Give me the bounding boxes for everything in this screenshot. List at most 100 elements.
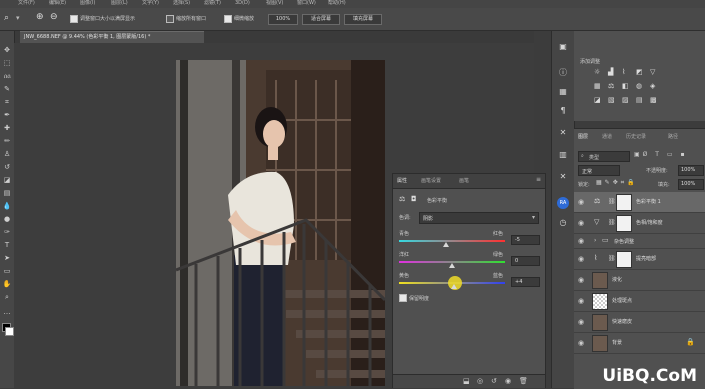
hand-tool-icon[interactable]: ✋ xyxy=(2,279,12,289)
levels-adjust-icon[interactable]: ▟ xyxy=(608,68,613,76)
eye-icon[interactable]: ◉ xyxy=(578,219,584,227)
brush-tool-icon[interactable]: ✏ xyxy=(2,136,12,146)
visibility-icon[interactable]: ◉ xyxy=(505,377,511,385)
menu-item[interactable]: 图层(L) xyxy=(111,0,128,7)
layer-row[interactable]: ◉ 液化 xyxy=(574,270,705,291)
path-select-tool-icon[interactable]: ➤ xyxy=(2,253,12,263)
layer-row[interactable]: ◉ ⚖ ⛓ 色彩平衡 1 xyxy=(574,192,705,213)
curves-adjust-icon[interactable]: ⌇ xyxy=(622,68,625,76)
eraser-tool-icon[interactable]: ◪ xyxy=(2,175,12,185)
cyan-red-value[interactable]: -5 xyxy=(511,235,540,245)
resize-windows-checkbox[interactable] xyxy=(70,15,78,23)
zoom-tool-icon-2[interactable]: ⌕ xyxy=(2,292,12,302)
adjust-icon[interactable]: ✕ xyxy=(557,171,569,183)
tools-icon[interactable]: ✕ xyxy=(557,127,569,139)
eye-icon[interactable]: ◉ xyxy=(578,198,584,206)
layer-row[interactable]: ◉ 快速磨皮 xyxy=(574,312,705,333)
layer-thumbnail[interactable] xyxy=(592,335,608,352)
menu-item[interactable]: 3D(D) xyxy=(235,0,250,7)
pen-tool-icon[interactable]: ✑ xyxy=(2,227,12,237)
tab-properties[interactable]: 属性 xyxy=(397,177,407,184)
layer-name[interactable]: 提亮暗部 xyxy=(636,255,656,262)
layer-name[interactable]: 快速磨皮 xyxy=(612,318,632,325)
layer-name[interactable]: 处理斑点 xyxy=(612,297,632,304)
zoom-all-checkbox[interactable] xyxy=(166,15,174,23)
fit-screen-button[interactable]: 适合屏幕 xyxy=(302,14,340,25)
posterize-adjust-icon[interactable]: ▧ xyxy=(608,96,615,104)
shape-tool-icon[interactable]: ▭ xyxy=(2,266,12,276)
menu-item[interactable]: 窗口(W) xyxy=(297,0,316,7)
filter-icons[interactable]: ▣Ø T ▭ ▪ xyxy=(634,151,688,158)
hue-adjust-icon[interactable]: ▦ xyxy=(594,82,601,90)
paragraph-icon[interactable]: ¶ xyxy=(557,105,569,117)
clock-icon[interactable]: ◷ xyxy=(557,217,569,229)
tone-select[interactable]: 阴影 ▾ xyxy=(419,212,539,224)
ra-icon[interactable]: RA xyxy=(557,197,569,209)
layer-row[interactable]: ◉ 处理斑点 xyxy=(574,291,705,312)
document-image[interactable] xyxy=(176,60,385,386)
layer-mask-thumbnail[interactable] xyxy=(616,194,632,211)
background-color-swatch[interactable] xyxy=(5,327,14,336)
tab-brush-settings[interactable]: 画笔设置 xyxy=(421,177,441,184)
delete-icon[interactable]: 🗑 xyxy=(519,377,528,385)
history-icon[interactable]: ▣ xyxy=(557,41,569,53)
blur-tool-icon[interactable]: 💧 xyxy=(2,201,12,211)
zoom-out-icon[interactable]: ⊖ xyxy=(50,12,58,22)
layer-thumbnail[interactable] xyxy=(592,314,608,331)
fill-input[interactable]: 100% xyxy=(678,179,704,190)
reset-icon[interactable]: ↺ xyxy=(491,377,497,385)
layer-mask-thumbnail[interactable] xyxy=(616,251,632,268)
layer-group-name[interactable]: 杂色调整 xyxy=(614,238,634,245)
yellow-blue-slider-knob[interactable] xyxy=(451,284,457,289)
lock-icons[interactable]: ▦✎✥⌗🔒 xyxy=(596,179,638,187)
menu-item[interactable]: 滤镜(T) xyxy=(204,0,221,7)
eye-icon[interactable]: ◉ xyxy=(578,237,584,245)
swatches-icon[interactable]: ▥ xyxy=(557,149,569,161)
history-brush-icon[interactable]: ↺ xyxy=(2,162,12,172)
exposure-adjust-icon[interactable]: ◩ xyxy=(636,68,643,76)
color-balance-adjust-icon[interactable]: ⚖ xyxy=(608,82,614,90)
menu-item[interactable]: 文字(Y) xyxy=(142,0,159,7)
color-icon[interactable]: ▦ xyxy=(557,86,569,98)
menu-item[interactable]: 文件(F) xyxy=(18,0,35,7)
lasso-tool-icon[interactable]: ᦶ xyxy=(2,71,12,81)
fill-screen-button[interactable]: 填充屏幕 xyxy=(344,14,382,25)
brightness-adjust-icon[interactable]: ☼ xyxy=(594,68,600,76)
menu-item[interactable]: 编辑(E) xyxy=(49,0,66,7)
selective-color-adjust-icon[interactable]: ▩ xyxy=(650,96,657,104)
layers-panel[interactable]: 图层 通道 历史记录 路径 ⌕ 类型 ▣Ø T ▭ ▪ 正常 不透明度: 100… xyxy=(574,128,705,389)
channel-mixer-adjust-icon[interactable]: ◈ xyxy=(650,82,655,90)
info-icon[interactable]: ⓘ xyxy=(557,67,569,79)
dodge-tool-icon[interactable]: ● xyxy=(2,214,12,224)
layer-row[interactable]: ◉ 背景 🔒 xyxy=(574,333,705,354)
tab-brushes[interactable]: 画笔 xyxy=(459,177,469,184)
layer-mask-thumbnail[interactable] xyxy=(616,215,632,232)
blend-mode-select[interactable]: 正常 xyxy=(578,165,620,176)
photo-filter-adjust-icon[interactable]: ◍ xyxy=(636,82,642,90)
layer-thumbnail[interactable] xyxy=(592,293,608,310)
preserve-luminosity-checkbox[interactable] xyxy=(399,294,407,302)
more-tools-icon[interactable]: … xyxy=(2,307,12,317)
vibrance-adjust-icon[interactable]: ▽ xyxy=(650,68,655,76)
chevron-right-icon[interactable]: › xyxy=(594,237,596,244)
gradient-tool-icon[interactable]: ▤ xyxy=(2,188,12,198)
zoom-in-icon[interactable]: ⊕ xyxy=(36,12,44,22)
clone-stamp-icon[interactable]: ♙ xyxy=(2,149,12,159)
gradient-map-adjust-icon[interactable]: ▤ xyxy=(636,96,643,104)
menu-item[interactable]: 视图(V) xyxy=(266,0,283,7)
view-previous-icon[interactable]: ◎ xyxy=(477,377,483,385)
properties-panel[interactable]: 属性 画笔设置 画笔 ≡ ⚖ ◘ 色彩平衡 色调: 阴影 ▾ 青色 红色 -5 … xyxy=(392,173,546,388)
tab-paths[interactable]: 路径 xyxy=(668,133,678,140)
eyedropper-tool-icon[interactable]: ✒ xyxy=(2,110,12,120)
tab-history[interactable]: 历史记录 xyxy=(626,133,646,140)
eye-icon[interactable]: ◉ xyxy=(578,276,584,284)
zoom-100-button[interactable]: 100% xyxy=(268,14,298,25)
invert-adjust-icon[interactable]: ◪ xyxy=(594,96,601,104)
scrubby-zoom-checkbox[interactable] xyxy=(224,15,232,23)
clip-to-layer-icon[interactable]: ⬓ xyxy=(463,377,470,385)
quick-select-tool-icon[interactable]: ✎ xyxy=(2,84,12,94)
eye-icon[interactable]: ◉ xyxy=(578,297,584,305)
bw-adjust-icon[interactable]: ◧ xyxy=(622,82,629,90)
tab-channels[interactable]: 通道 xyxy=(602,133,612,140)
zoom-tool-icon[interactable]: ⌕ xyxy=(4,13,9,23)
